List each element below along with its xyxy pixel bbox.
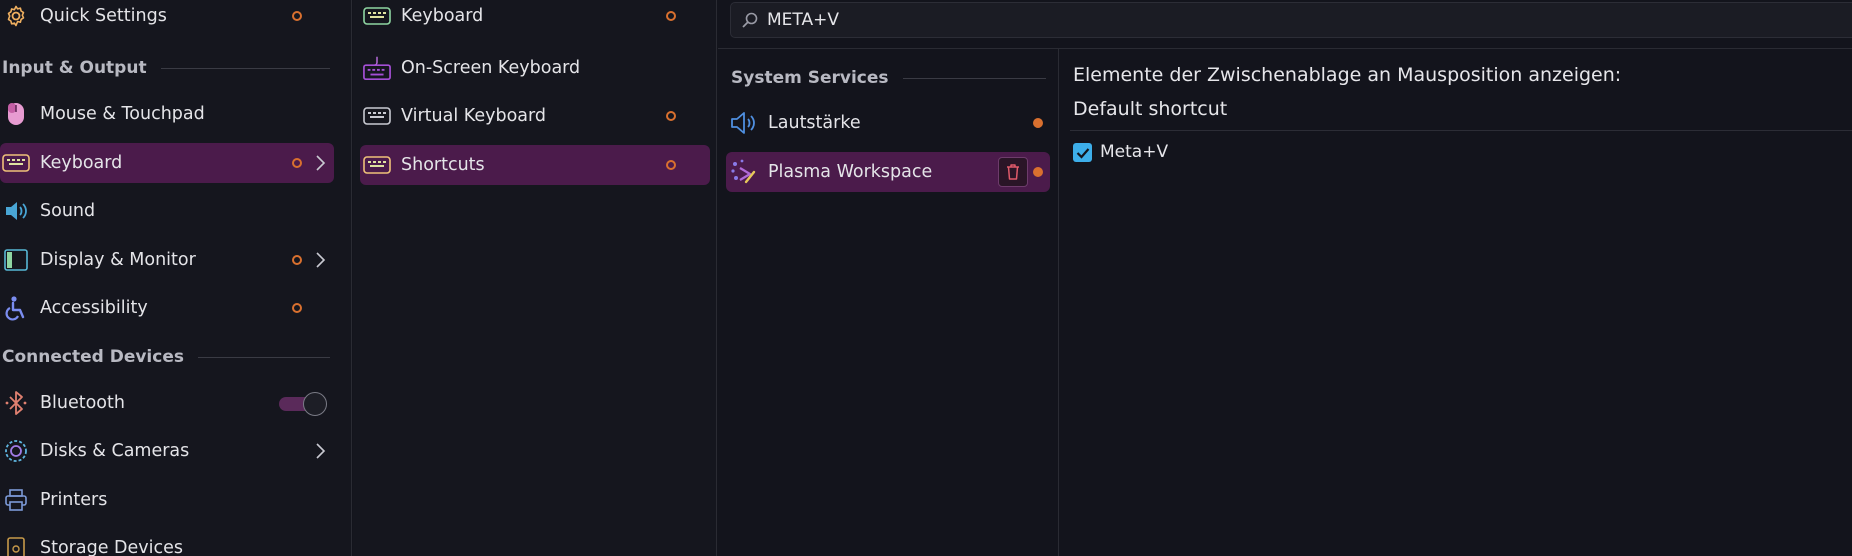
modified-indicator bbox=[1033, 167, 1043, 177]
chevron-right-icon bbox=[316, 155, 326, 171]
sidebar-item-display-monitor[interactable]: Display & Monitor bbox=[2, 240, 332, 280]
search-icon bbox=[742, 12, 758, 28]
modified-indicator bbox=[292, 11, 302, 21]
bluetooth-icon bbox=[2, 389, 30, 417]
shortcut-checkbox[interactable] bbox=[1073, 143, 1092, 162]
section-system-services: System Services bbox=[731, 66, 1046, 90]
sidebar-item-quick-settings[interactable]: Quick Settings bbox=[2, 0, 332, 36]
system-settings-window: Quick Settings Input & Output Mouse & To… bbox=[0, 0, 1852, 556]
sidebar-item-disks-cameras[interactable]: Disks & Cameras bbox=[2, 431, 332, 471]
sidebar-item-label: Quick Settings bbox=[40, 6, 167, 26]
storage-icon bbox=[2, 534, 30, 556]
subnav-item-label: Shortcuts bbox=[401, 155, 485, 175]
default-shortcut-heading: Default shortcut bbox=[1073, 98, 1228, 120]
section-divider bbox=[902, 77, 1046, 79]
display-icon bbox=[2, 246, 30, 274]
keyboard-icon bbox=[2, 149, 30, 177]
subnav-item-label: Virtual Keyboard bbox=[401, 106, 547, 126]
modified-indicator bbox=[666, 111, 676, 121]
service-item-lautstaerke[interactable]: Lautstärke bbox=[730, 103, 1050, 143]
search-input[interactable] bbox=[767, 10, 1767, 30]
service-item-label: Lautstärke bbox=[768, 113, 861, 133]
section-divider bbox=[160, 67, 330, 69]
sidebar-item-mouse-touchpad[interactable]: Mouse & Touchpad bbox=[2, 94, 332, 134]
chevron-right-icon bbox=[316, 252, 326, 268]
trash-icon bbox=[1007, 164, 1019, 180]
subnav-item-label: On-Screen Keyboard bbox=[401, 58, 581, 78]
sidebar-item-label: Sound bbox=[40, 201, 96, 221]
bluetooth-toggle[interactable] bbox=[279, 391, 329, 416]
service-item-label: Plasma Workspace bbox=[768, 162, 933, 182]
modified-indicator bbox=[666, 11, 676, 21]
sidebar-item-sound[interactable]: Sound bbox=[2, 191, 332, 231]
sidebar-item-label: Accessibility bbox=[40, 298, 148, 318]
modified-indicator bbox=[292, 158, 302, 168]
section-input-output: Input & Output bbox=[2, 56, 330, 80]
printer-icon bbox=[2, 486, 30, 514]
sidebar-item-label: Mouse & Touchpad bbox=[40, 104, 205, 124]
vertical-divider bbox=[1058, 49, 1059, 556]
sidebar-item-accessibility[interactable]: Accessibility bbox=[2, 288, 332, 328]
horizontal-divider bbox=[718, 48, 1852, 49]
sidebar-item-keyboard[interactable]: Keyboard bbox=[0, 143, 334, 183]
sidebar-item-bluetooth[interactable]: Bluetooth bbox=[2, 383, 272, 423]
shortcut-checkbox-label: Meta+V bbox=[1100, 142, 1169, 162]
gear-icon bbox=[2, 2, 30, 30]
modified-indicator bbox=[1033, 118, 1043, 128]
keyboard-icon bbox=[363, 2, 391, 30]
checkmark-icon bbox=[1076, 147, 1089, 159]
sidebar-item-label: Keyboard bbox=[40, 153, 123, 173]
toggle-knob bbox=[303, 392, 327, 416]
plasma-icon bbox=[730, 158, 758, 186]
section-divider bbox=[198, 356, 330, 358]
virtual-keyboard-icon bbox=[363, 102, 391, 130]
keyboard-subnav: Keyboard On-Screen Keyboard Virtual Keyb… bbox=[353, 0, 717, 556]
section-connected-devices: Connected Devices bbox=[2, 345, 330, 369]
subnav-item-onscreen-keyboard[interactable]: On-Screen Keyboard bbox=[363, 48, 707, 88]
sidebar-item-label: Printers bbox=[40, 490, 108, 510]
modified-indicator bbox=[292, 255, 302, 265]
volume-icon bbox=[730, 109, 758, 137]
detail-divider bbox=[1070, 130, 1852, 131]
main-sidebar: Quick Settings Input & Output Mouse & To… bbox=[0, 0, 352, 556]
subnav-item-shortcuts[interactable]: Shortcuts bbox=[360, 145, 710, 185]
sidebar-item-label: Disks & Cameras bbox=[40, 441, 190, 461]
search-field[interactable] bbox=[730, 2, 1852, 38]
speaker-icon bbox=[2, 197, 30, 225]
modified-indicator bbox=[666, 160, 676, 170]
shortcuts-keyboard-icon bbox=[363, 151, 391, 179]
subnav-item-keyboard[interactable]: Keyboard bbox=[363, 0, 707, 36]
modified-indicator bbox=[292, 303, 302, 313]
subnav-item-virtual-keyboard[interactable]: Virtual Keyboard bbox=[363, 96, 707, 136]
sidebar-item-storage-devices[interactable]: Storage Devices bbox=[2, 528, 332, 556]
delete-button[interactable] bbox=[998, 157, 1028, 187]
sidebar-item-label: Storage Devices bbox=[40, 538, 183, 556]
chevron-right-icon bbox=[316, 443, 326, 459]
accessibility-icon bbox=[2, 294, 30, 322]
sidebar-item-label: Display & Monitor bbox=[40, 250, 196, 270]
mouse-icon bbox=[2, 100, 30, 128]
sidebar-item-printers[interactable]: Printers bbox=[2, 480, 332, 520]
shortcut-action-title: Elemente der Zwischenablage an Mausposit… bbox=[1073, 64, 1622, 86]
disk-icon bbox=[2, 437, 30, 465]
subnav-item-label: Keyboard bbox=[401, 6, 484, 26]
sidebar-item-label: Bluetooth bbox=[40, 393, 125, 413]
onscreen-keyboard-icon bbox=[363, 54, 391, 82]
